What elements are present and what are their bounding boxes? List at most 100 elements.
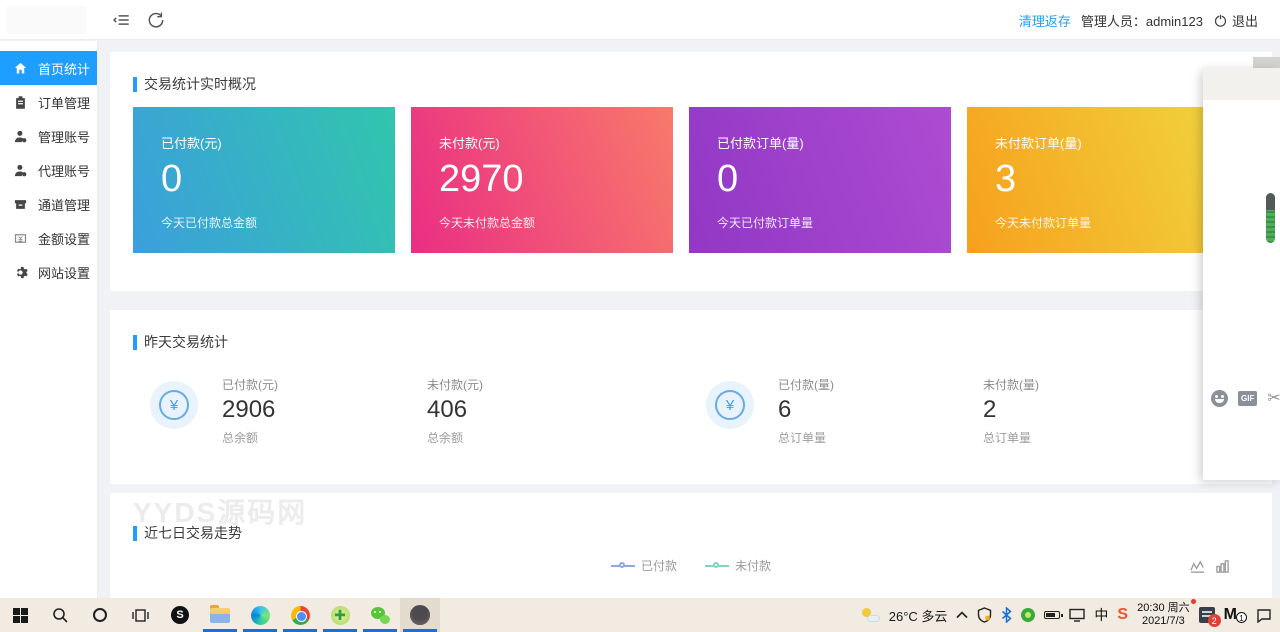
sidebar-item-label: 首页统计	[38, 61, 91, 77]
sidebar-item-label: 金额设置	[38, 231, 91, 247]
show-hidden-icons-chevron[interactable]	[956, 611, 968, 619]
yesterday-stat-paid-amount: 已付款(元) 2906 总余额	[222, 376, 278, 446]
stat-card-paid-amount: 已付款(元) 0 今天已付款总金额	[133, 107, 395, 253]
amount-icon	[13, 231, 28, 246]
start-button[interactable]	[0, 598, 40, 632]
logout-label: 退出	[1231, 13, 1258, 29]
title-accent-bar	[133, 525, 137, 541]
clock-time: 20:30 周六	[1137, 602, 1190, 614]
sidebar-item-label: 代理账号	[38, 163, 91, 179]
yesterday-stat-paid-orders: 已付款(量) 6 总订单量	[778, 376, 834, 446]
section-title-text: 昨天交易统计	[144, 334, 228, 350]
yuan-circle-icon: ¥	[150, 381, 198, 429]
title-accent-bar	[133, 76, 137, 92]
battery-icon[interactable]	[1044, 611, 1064, 619]
chat-input-toolbar: GIF ✂	[1211, 388, 1280, 408]
admin-dashboard: 清理返存 管理人员：admin123 退出 首页统计 订单管理 管理账号 代理账…	[0, 0, 1280, 632]
stat-card-unpaid-amount: 未付款(元) 2970 今天未付款总金额	[411, 107, 673, 253]
sidebar-item-site-settings[interactable]: 网站设置	[0, 255, 97, 289]
site-logo	[6, 6, 86, 34]
stat-card-label: 未付款订单(量)	[995, 136, 1082, 151]
security-shield-icon[interactable]	[977, 607, 992, 623]
sidebar-item-label: 网站设置	[38, 265, 91, 281]
sidebar-item-agent-accounts[interactable]: 代理账号	[0, 153, 97, 187]
stat-card-caption: 今天未付款订单量	[995, 216, 1092, 230]
stat-card-caption: 今天已付款总金额	[161, 216, 258, 230]
home-icon	[13, 61, 28, 76]
yuan-symbol: ¥	[159, 390, 189, 420]
notes-tray-icon[interactable]: 2	[1198, 607, 1221, 627]
power-icon	[1214, 13, 1227, 27]
sidebar-item-channels[interactable]: 通道管理	[0, 187, 97, 221]
yesterday-stat-unpaid-amount: 未付款(元) 406 总余额	[427, 376, 483, 446]
admin-account-icon	[13, 129, 28, 144]
pinwheel-app-button[interactable]: S	[160, 598, 200, 632]
ime-language-indicator[interactable]: 中	[1094, 605, 1108, 625]
weather-icon[interactable]	[861, 608, 880, 622]
sogou-ime-icon[interactable]: S	[1117, 606, 1128, 624]
stat-card-label: 已付款(元)	[161, 136, 222, 151]
top-header: 清理返存 管理人员：admin123 退出	[0, 0, 1280, 40]
search-button[interactable]	[40, 598, 80, 632]
logout-button[interactable]: 退出	[1213, 11, 1258, 30]
legend-label: 未付款	[735, 559, 772, 573]
stat-card-label: 未付款(元)	[439, 136, 500, 151]
edge-button[interactable]	[240, 598, 280, 632]
avatar-app-button[interactable]	[400, 598, 440, 632]
taskbar-clock[interactable]: 20:30 周六 2021/7/3	[1137, 599, 1196, 628]
bar-chart-icon[interactable]	[1215, 559, 1230, 574]
title-accent-bar	[133, 334, 137, 350]
ime-m-number: 1	[1236, 612, 1247, 623]
line-chart-icon[interactable]	[1190, 559, 1205, 574]
ime-m1-icon[interactable]: M 1	[1224, 607, 1247, 623]
legend-item-paid[interactable]: 已付款	[610, 557, 677, 574]
legend-item-unpaid[interactable]: 未付款	[705, 557, 771, 574]
collapse-menu-icon[interactable]	[112, 10, 132, 30]
stat-value: 406	[427, 396, 468, 423]
network-display-icon[interactable]	[1069, 608, 1086, 622]
chrome-icon	[290, 605, 310, 625]
file-explorer-button[interactable]	[200, 598, 240, 632]
stat-value: 6	[778, 396, 792, 423]
clear-cache-link[interactable]: 清理返存	[1019, 11, 1071, 30]
cortana-button[interactable]	[80, 598, 120, 632]
stat-label: 未付款(元)	[427, 378, 483, 392]
gif-icon[interactable]: GIF	[1238, 390, 1258, 406]
yesterday-stat-unpaid-orders: 未付款(量) 2 总订单量	[983, 376, 1039, 446]
action-center-icon[interactable]	[1256, 608, 1272, 623]
green-plus-app-button[interactable]: ✚	[320, 598, 360, 632]
stat-caption: 总余额	[222, 431, 259, 445]
realtime-overview-panel: 交易统计实时概况 已付款(元) 0 今天已付款总金额 未付款(元) 2970 今…	[110, 52, 1272, 291]
wechat-button[interactable]	[360, 598, 400, 632]
stat-card-unpaid-orders: 未付款订单(量) 3 今天未付款订单量	[967, 107, 1229, 253]
sidebar-item-admin-accounts[interactable]: 管理账号	[0, 119, 97, 153]
section-title-yesterday: 昨天交易统计	[133, 332, 228, 352]
sidebar-item-home-stats[interactable]: 首页统计	[0, 51, 97, 85]
clock-date: 2021/7/3	[1141, 615, 1185, 627]
sidebar-item-amount-settings[interactable]: 金额设置	[0, 221, 97, 255]
stat-label: 已付款(量)	[778, 378, 834, 392]
chat-scroll-indicator[interactable]	[1266, 193, 1275, 243]
yuan-symbol: ¥	[715, 390, 745, 420]
notification-badge: 2	[1207, 614, 1221, 627]
edge-icon	[250, 605, 270, 625]
sidebar-item-orders[interactable]: 订单管理	[0, 85, 97, 119]
green-circle-tray-icon[interactable]	[1021, 608, 1036, 622]
refresh-icon[interactable]	[146, 10, 166, 30]
task-view-button[interactable]	[120, 598, 160, 632]
emoji-icon[interactable]	[1211, 389, 1228, 407]
chat-window-header[interactable]	[1203, 68, 1280, 100]
chrome-button[interactable]	[280, 598, 320, 632]
system-tray: 26°C 多云 中 S 20:30 周六 2021/7/3 2 M 1	[861, 598, 1280, 632]
weather-text[interactable]: 26°C 多云	[889, 606, 948, 625]
wechat-icon	[370, 606, 390, 624]
stat-caption: 总订单量	[983, 431, 1032, 445]
chart-legend: 已付款 未付款	[110, 557, 1272, 574]
screenshot-scissors-icon[interactable]: ✂	[1267, 388, 1280, 408]
orders-icon	[13, 95, 28, 110]
search-icon	[53, 608, 68, 623]
green-plus-app-icon: ✚	[330, 605, 350, 625]
legend-marker-unpaid	[705, 561, 729, 571]
stat-card-value: 0	[717, 158, 739, 200]
bluetooth-icon[interactable]	[1001, 607, 1013, 623]
